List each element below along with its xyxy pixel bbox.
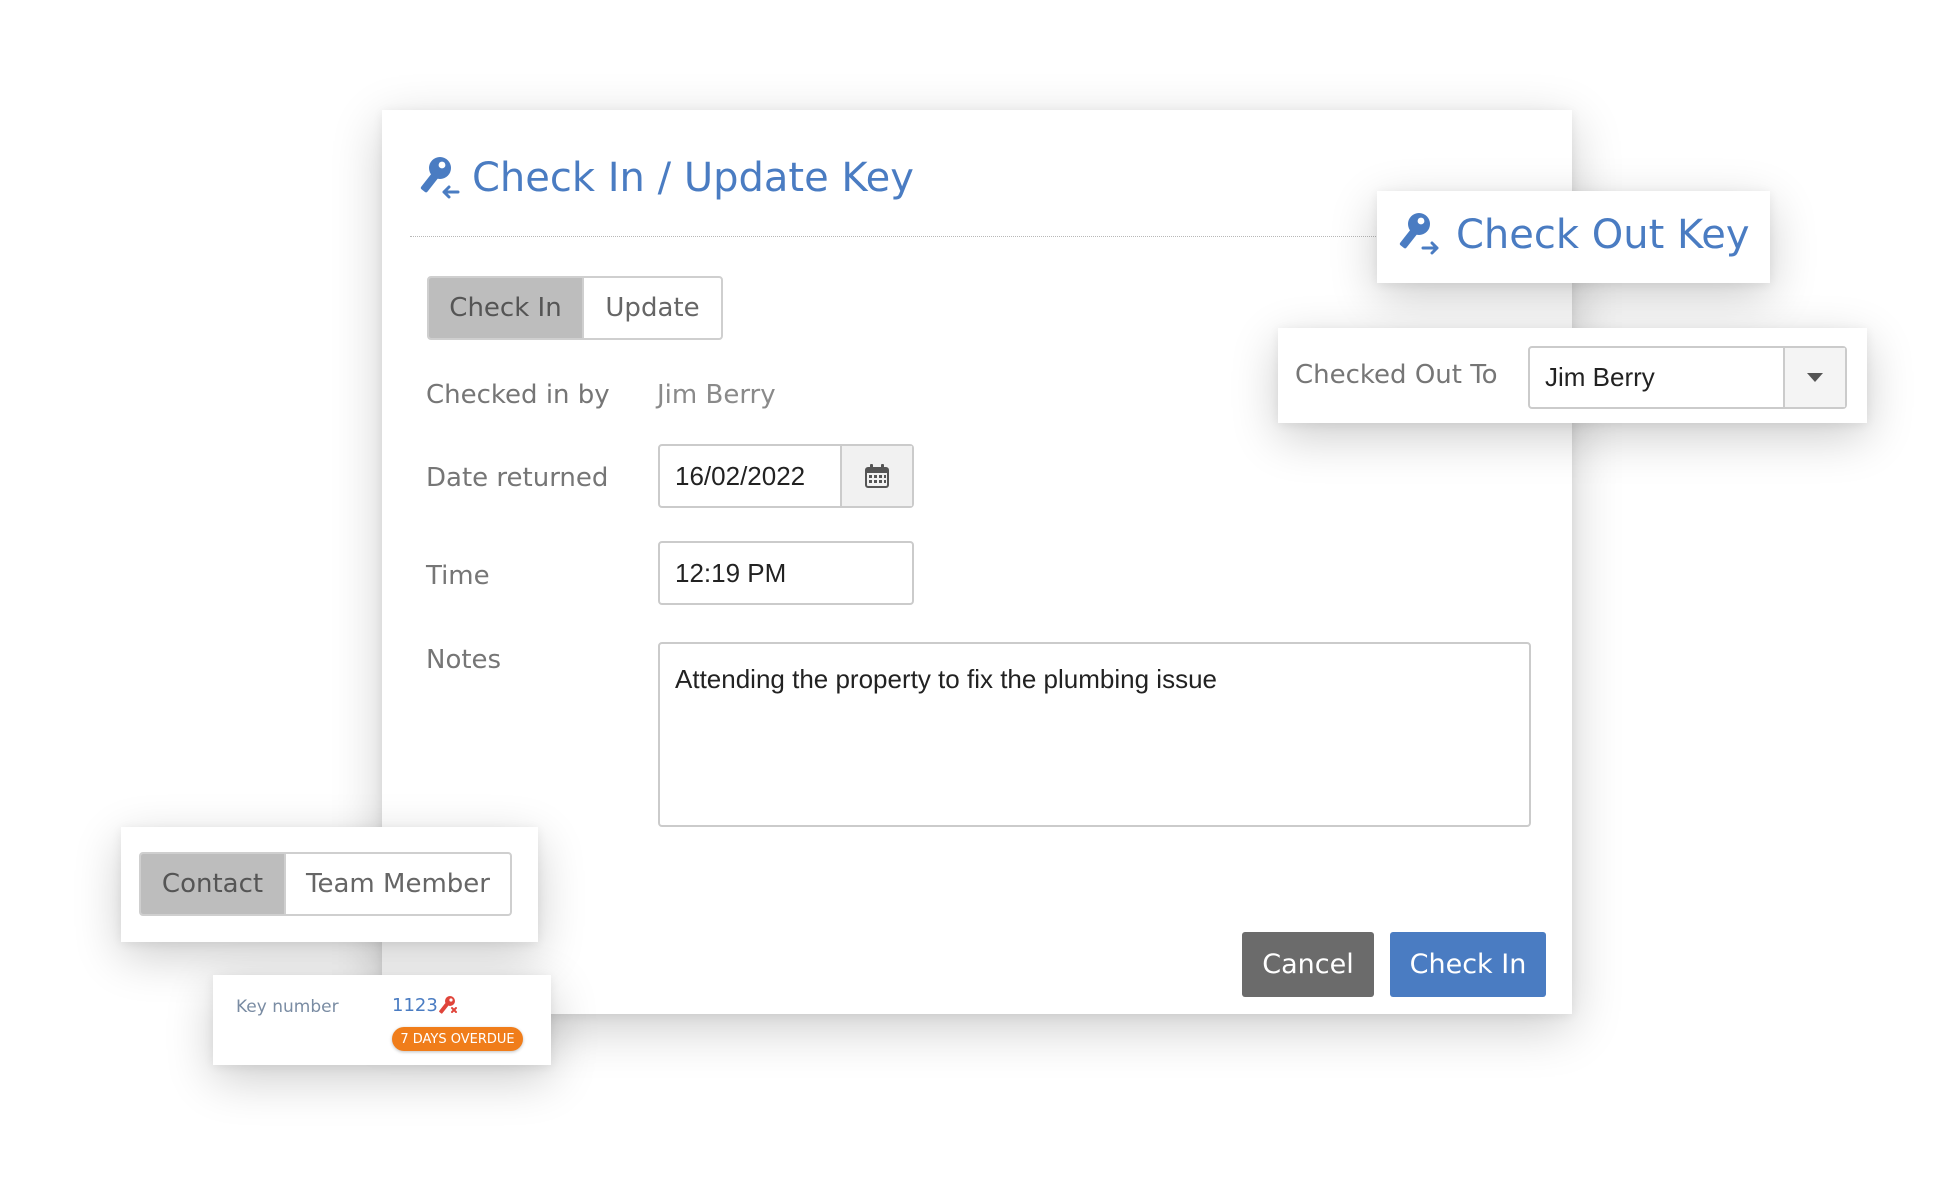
- key-checkout-icon: [1399, 213, 1439, 255]
- time-value: 12:19 PM: [675, 557, 787, 588]
- date-returned-field[interactable]: 16/02/2022: [658, 444, 914, 508]
- key-checkin-icon: [420, 157, 460, 199]
- tab-check-in[interactable]: Check In: [429, 278, 582, 338]
- checked-out-to-select[interactable]: Jim Berry: [1528, 346, 1847, 409]
- contact-type-toggle: Contact Team Member: [139, 852, 512, 916]
- checked-out-to-card: Checked Out To Jim Berry: [1278, 328, 1867, 423]
- caret-down-icon: [1807, 372, 1823, 382]
- time-label: Time: [426, 561, 490, 591]
- key-number-link[interactable]: 1123: [392, 995, 438, 1016]
- dropdown-toggle[interactable]: [1783, 348, 1845, 407]
- key-number-label: Key number: [236, 997, 339, 1017]
- checked-in-by-value: Jim Berry: [657, 380, 776, 410]
- dialog-title: Check In / Update Key: [472, 155, 914, 201]
- check-out-key-card: Check Out Key: [1377, 191, 1770, 283]
- notes-textarea[interactable]: Attending the property to fix the plumbi…: [658, 642, 1531, 827]
- calendar-icon: [865, 464, 889, 488]
- tab-contact[interactable]: Contact: [141, 854, 284, 914]
- checked-out-to-value: Jim Berry: [1545, 362, 1655, 392]
- contact-type-card: Contact Team Member: [121, 827, 538, 942]
- key-alert-icon: [439, 996, 457, 1014]
- calendar-button[interactable]: [840, 446, 912, 506]
- check-in-button[interactable]: Check In: [1390, 932, 1546, 997]
- notes-value: Attending the property to fix the plumbi…: [675, 664, 1217, 694]
- check-out-key-title: Check Out Key: [1456, 212, 1750, 258]
- tab-update[interactable]: Update: [582, 278, 721, 338]
- checked-in-by-label: Checked in by: [426, 380, 610, 410]
- checked-out-to-label: Checked Out To: [1295, 360, 1498, 390]
- cancel-button[interactable]: Cancel: [1242, 932, 1374, 997]
- mode-toggle: Check In Update: [427, 276, 723, 340]
- date-returned-label: Date returned: [426, 463, 609, 493]
- overdue-badge: 7 DAYS OVERDUE: [392, 1027, 523, 1051]
- key-number-card: Key number 1123 7 DAYS OVERDUE: [213, 975, 551, 1065]
- date-returned-value: 16/02/2022: [675, 460, 806, 491]
- notes-label: Notes: [426, 645, 502, 675]
- time-field[interactable]: 12:19 PM: [658, 541, 914, 605]
- tab-team-member[interactable]: Team Member: [284, 854, 510, 914]
